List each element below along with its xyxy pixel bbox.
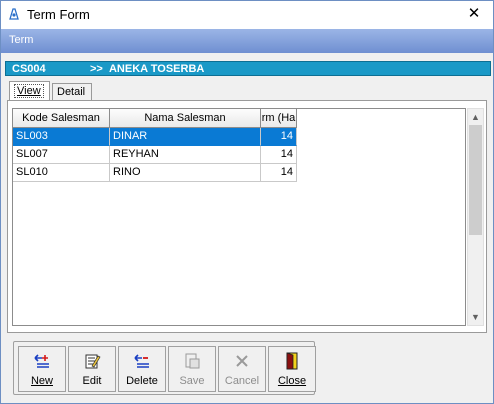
- salesman-grid: Kode Salesman Nama Salesman rm (Ha SL003…: [12, 108, 466, 326]
- column-header-term[interactable]: rm (Ha: [261, 109, 297, 128]
- view-panel: Kode Salesman Nama Salesman rm (Ha SL003…: [7, 100, 487, 333]
- delete-button[interactable]: Delete: [118, 346, 166, 392]
- edit-button[interactable]: Edit: [68, 346, 116, 392]
- close-button[interactable]: Close: [268, 346, 316, 392]
- column-header-kode-salesman[interactable]: Kode Salesman: [13, 109, 110, 128]
- column-header-nama-salesman[interactable]: Nama Salesman: [110, 109, 261, 128]
- cell-kode[interactable]: SL010: [13, 164, 110, 182]
- new-label: New: [30, 375, 53, 387]
- save-icon: [185, 353, 200, 369]
- delete-label: Delete: [126, 375, 158, 387]
- cell-nama[interactable]: RINO: [110, 164, 261, 182]
- delete-icon: [134, 354, 149, 368]
- customer-name: >> ANEKA TOSERBA: [90, 63, 204, 75]
- save-label: Save: [179, 375, 205, 387]
- cancel-icon: [236, 355, 248, 367]
- scroll-up-icon[interactable]: ▲: [468, 109, 483, 125]
- cancel-button[interactable]: Cancel: [218, 346, 266, 392]
- window-title: Term Form: [27, 7, 90, 22]
- scroll-down-icon[interactable]: ▼: [468, 309, 483, 325]
- cell-term[interactable]: 14: [261, 164, 297, 182]
- table-row[interactable]: SL007 REYHAN 14: [13, 146, 297, 164]
- tab-view-label: View: [14, 84, 44, 98]
- close-icon[interactable]: ✕: [461, 2, 487, 26]
- action-toolbar: New Edit Delete Save Cancel Close: [13, 341, 316, 395]
- tab-detail-label: Detail: [57, 86, 86, 98]
- save-button[interactable]: Save: [168, 346, 216, 392]
- door-icon: [286, 352, 298, 370]
- new-button[interactable]: New: [18, 346, 66, 392]
- customer-bar: CS004 >> ANEKA TOSERBA: [5, 61, 491, 76]
- cell-kode[interactable]: SL007: [13, 146, 110, 164]
- edit-label: Edit: [82, 375, 102, 387]
- table-row[interactable]: SL010 RINO 14: [13, 164, 297, 182]
- scroll-thumb[interactable]: [469, 125, 482, 235]
- grid-vertical-scrollbar[interactable]: ▲ ▼: [467, 108, 484, 326]
- cancel-label: Cancel: [224, 375, 260, 387]
- grid-header: Kode Salesman Nama Salesman rm (Ha: [13, 109, 297, 128]
- cell-term[interactable]: 14: [261, 146, 297, 164]
- table-row[interactable]: SL003 DINAR 14: [13, 128, 297, 146]
- close-label: Close: [277, 375, 307, 387]
- new-icon: [34, 354, 49, 368]
- section-header-label: Term: [9, 34, 34, 46]
- cell-nama[interactable]: REYHAN: [110, 146, 261, 164]
- customer-separator: >>: [90, 63, 103, 75]
- section-header: Term: [1, 29, 493, 53]
- edit-icon: [85, 354, 101, 369]
- cell-nama[interactable]: DINAR: [110, 128, 261, 146]
- tab-view[interactable]: View: [9, 81, 50, 101]
- customer-code: CS004: [12, 63, 46, 75]
- cell-term[interactable]: 14: [261, 128, 297, 146]
- term-form-window: Term Form ✕ Term CS004 >> ANEKA TOSERBA …: [0, 0, 494, 404]
- app-icon: [9, 8, 19, 20]
- customer-name-text: ANEKA TOSERBA: [108, 63, 205, 75]
- title-bar[interactable]: Term Form ✕: [1, 1, 493, 29]
- cell-kode[interactable]: SL003: [13, 128, 110, 146]
